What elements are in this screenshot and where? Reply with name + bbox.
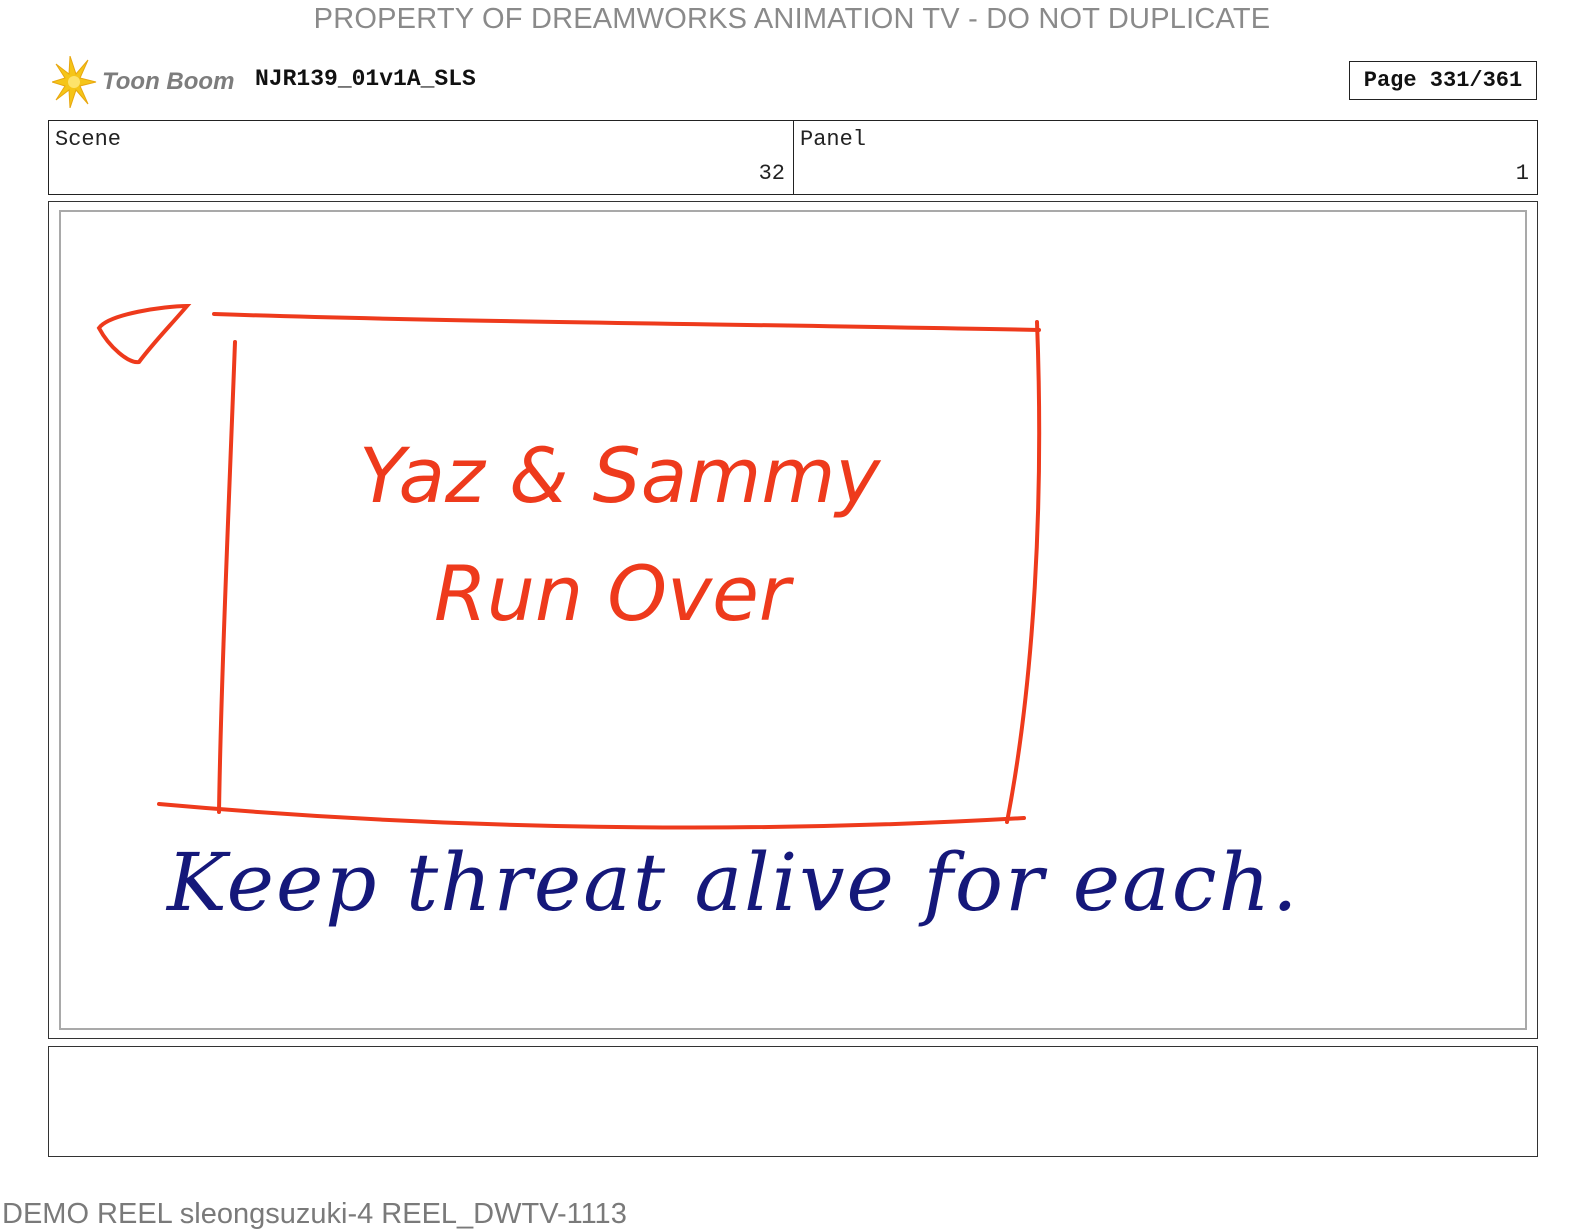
scene-panel-info: Scene 32 Panel 1 bbox=[48, 120, 1538, 195]
panel-number: 1 bbox=[1515, 161, 1529, 186]
panel-cell: Panel 1 bbox=[793, 121, 1537, 194]
footer-label: DEMO REEL sleongsuzuki-4 REEL_DWTV-1113 bbox=[2, 1198, 627, 1230]
toon-boom-logo: Toon Boom bbox=[52, 56, 242, 108]
scene-cell: Scene 32 bbox=[49, 121, 793, 194]
scene-label: Scene bbox=[55, 127, 122, 152]
starburst-icon bbox=[52, 56, 97, 108]
notes-box bbox=[48, 1046, 1538, 1157]
sketch-title: Yaz & Sammy Run Over bbox=[359, 431, 881, 638]
sketch-title-line2: Run Over bbox=[434, 549, 795, 638]
panel-label: Panel bbox=[800, 127, 867, 152]
sketch-title-line1: Yaz & Sammy bbox=[359, 431, 881, 520]
scene-number: 32 bbox=[758, 161, 785, 186]
page-counter: Page 331/361 bbox=[1349, 61, 1537, 100]
panel-direction-note: Keep threat alive for each. bbox=[165, 836, 1300, 929]
panel-sketch: Yaz & Sammy Run Over Keep threat alive f… bbox=[96, 303, 1300, 929]
storyboard-panel: Yaz & Sammy Run Over Keep threat alive f… bbox=[48, 201, 1538, 1039]
logo-wordmark: Toon Boom bbox=[102, 68, 235, 95]
project-id: NJR139_01v1A_SLS bbox=[255, 66, 476, 92]
watermark: PROPERTY OF DREAMWORKS ANIMATION TV - DO… bbox=[313, 3, 1271, 35]
